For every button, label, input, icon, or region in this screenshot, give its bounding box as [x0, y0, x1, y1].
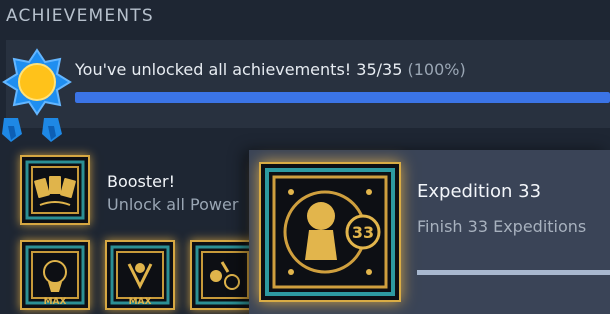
section-title: ACHIEVEMENTS — [6, 6, 154, 26]
achievement-summary-text: You've unlocked all achievements! 35/35 … — [75, 60, 466, 79]
popup-progress-fill — [417, 270, 610, 275]
achievement-progress-bar — [75, 92, 610, 103]
popup-achievement-description: Finish 33 Expeditions — [417, 217, 587, 236]
summary-count-text: You've unlocked all achievements! 35/35 — [75, 60, 403, 79]
booster-cards-icon[interactable] — [20, 155, 90, 225]
max-trophy-icon[interactable]: MAX — [20, 240, 90, 310]
achievement-description: Unlock all Power — [107, 195, 239, 214]
max-label: MAX — [44, 297, 67, 307]
sun-medal-icon — [0, 44, 78, 152]
achievement-progress-fill — [75, 92, 610, 103]
max-label: MAX — [129, 297, 152, 307]
popup-progress-bar — [417, 270, 610, 275]
expedition-33-icon: 33 — [259, 162, 401, 302]
achievement-title: Booster! — [107, 172, 175, 191]
achievement-detail-popup: 33 Expedition 33 Finish 33 Expeditions — [249, 150, 610, 314]
popup-achievement-title: Expedition 33 — [417, 181, 542, 202]
expedition-number: 33 — [352, 223, 374, 242]
achievement-summary-panel — [6, 40, 610, 128]
summary-percent: (100%) — [407, 60, 466, 79]
max-trophy-icon[interactable]: MAX — [105, 240, 175, 310]
